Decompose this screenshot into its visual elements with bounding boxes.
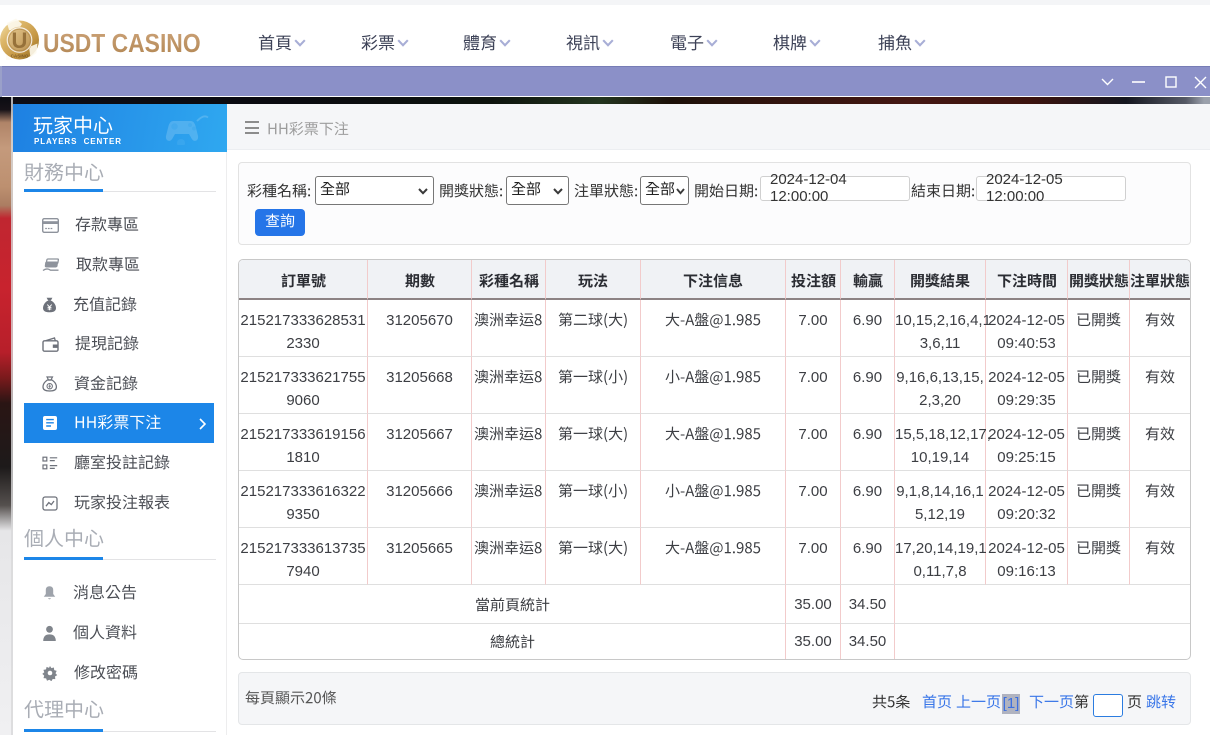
svg-text:U: U xyxy=(12,28,28,53)
svg-text:CASINO: CASINO xyxy=(11,54,29,59)
